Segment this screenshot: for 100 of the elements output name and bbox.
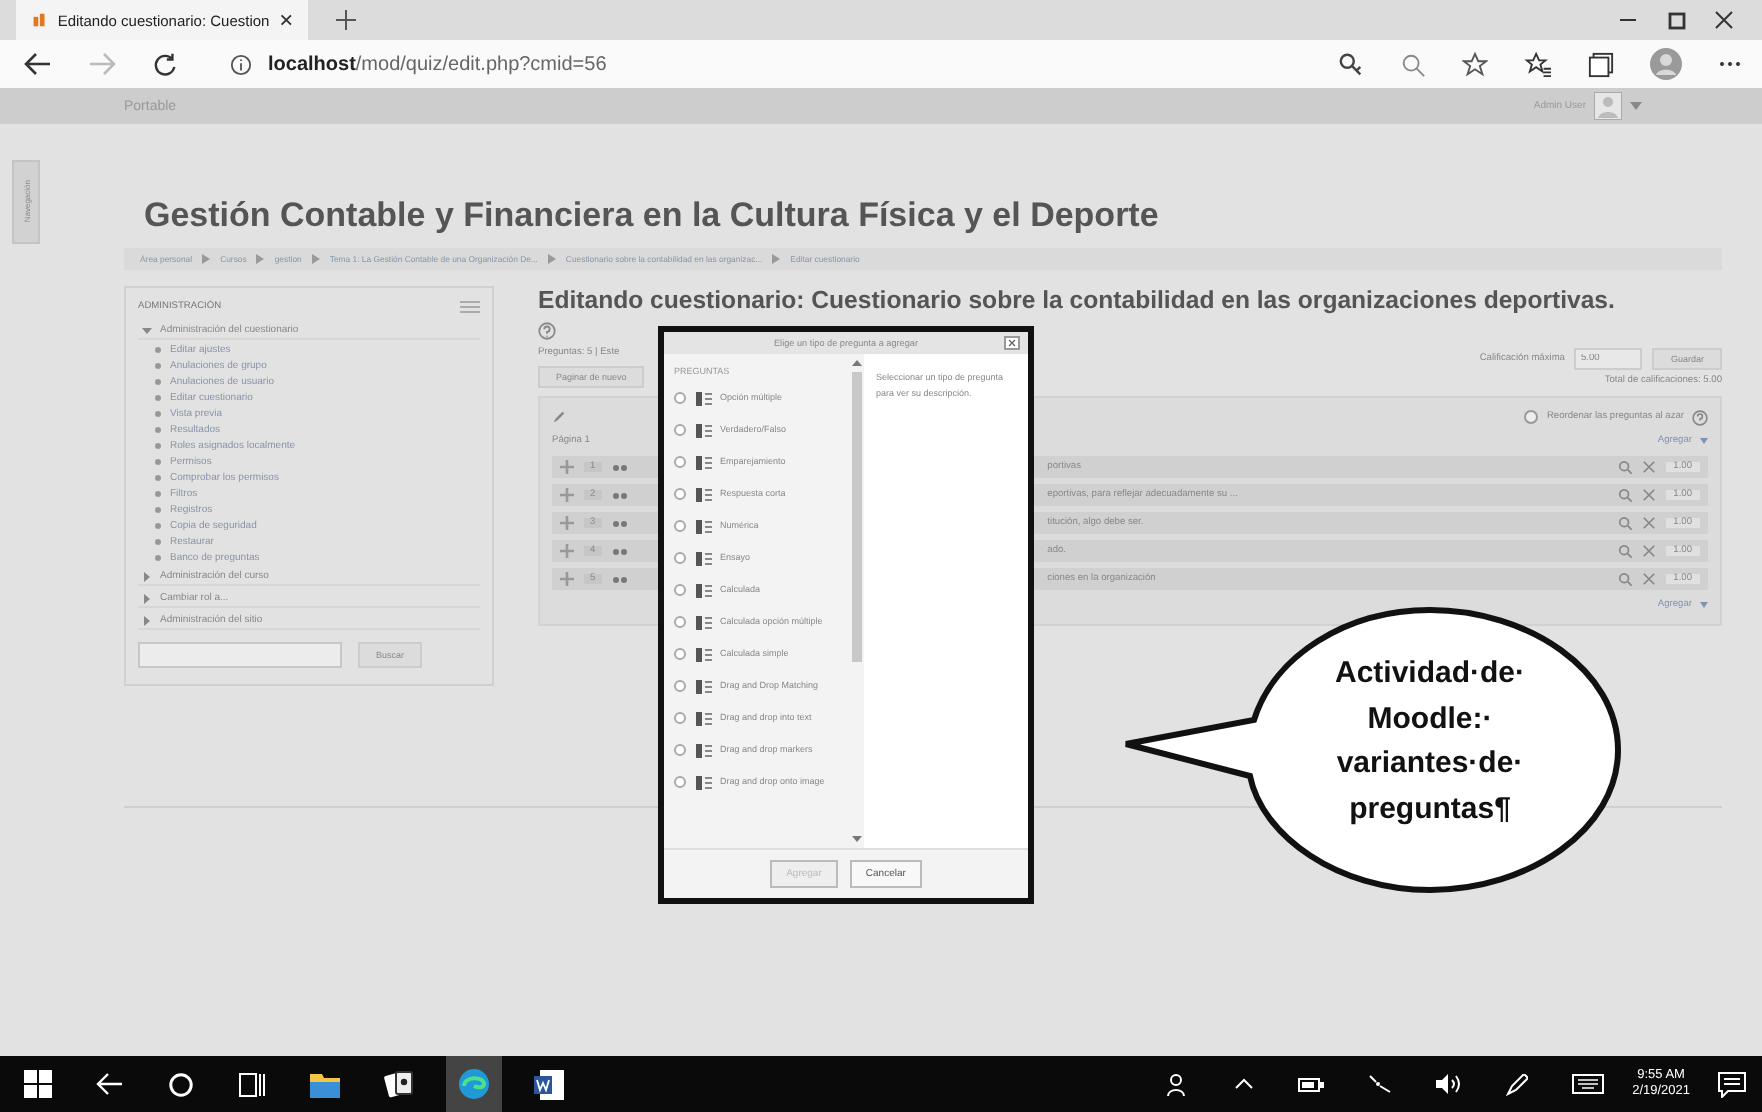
delete-icon[interactable] (1641, 488, 1656, 502)
block-menu-icon[interactable] (460, 300, 480, 314)
delete-icon[interactable] (1641, 572, 1656, 586)
caret-icon[interactable] (1700, 438, 1708, 444)
delete-icon[interactable] (1641, 460, 1656, 474)
scroll-thumb[interactable] (851, 372, 861, 662)
preview-icon[interactable] (1617, 488, 1632, 502)
search-field[interactable] (138, 642, 342, 668)
shuffle-checkbox[interactable] (1524, 410, 1539, 424)
radio-button[interactable] (674, 616, 686, 628)
move-icon[interactable] (560, 460, 574, 474)
radio-button[interactable] (674, 680, 686, 692)
radio-button[interactable] (674, 712, 686, 724)
preview-icon[interactable] (1617, 516, 1632, 530)
back-arrow-icon[interactable] (24, 52, 52, 76)
bullet-icon (154, 346, 162, 354)
question-type-icon (694, 645, 712, 663)
radio-button[interactable] (674, 424, 686, 436)
cards-icon[interactable] (384, 1070, 414, 1098)
move-icon[interactable] (560, 488, 574, 502)
scroll-up-icon[interactable] (851, 360, 861, 366)
close-icon[interactable] (279, 12, 292, 28)
question-type-icon (694, 389, 712, 407)
zoom-icon[interactable] (1400, 51, 1426, 77)
notification-icon[interactable] (1718, 1071, 1746, 1097)
question-type-icon (694, 421, 712, 439)
more-icon[interactable] (1718, 60, 1742, 68)
help-icon[interactable] (1692, 409, 1708, 425)
forward-arrow-icon[interactable] (88, 52, 116, 76)
pencil-icon[interactable] (552, 410, 566, 424)
question-type-icon (694, 709, 712, 727)
radio-button[interactable] (674, 456, 686, 468)
bullet-icon (154, 362, 162, 370)
collapsed-arrow-icon[interactable] (142, 571, 152, 581)
radio-button[interactable] (674, 392, 686, 404)
question-type-icon (694, 773, 712, 791)
delete-icon[interactable] (1641, 544, 1656, 558)
move-icon[interactable] (560, 544, 574, 558)
new-tab-icon[interactable] (336, 10, 356, 30)
radio-button[interactable] (674, 776, 686, 788)
key-icon[interactable] (1338, 51, 1364, 77)
bullet-icon (154, 554, 162, 562)
bullet-icon (154, 426, 162, 434)
caret-icon[interactable] (1700, 602, 1708, 608)
bullet-icon (154, 410, 162, 418)
refresh-icon[interactable] (152, 51, 178, 77)
close-icon[interactable] (1004, 336, 1020, 350)
bullet-icon (154, 458, 162, 466)
task-view-icon[interactable] (238, 1071, 266, 1097)
star-icon[interactable] (1462, 51, 1488, 77)
network-icon[interactable] (1368, 1074, 1393, 1094)
help-icon[interactable] (538, 322, 556, 340)
maximize-icon[interactable] (1666, 10, 1686, 30)
preview-icon[interactable] (1617, 572, 1632, 586)
radio-button[interactable] (674, 744, 686, 756)
folder-icon[interactable] (310, 1071, 340, 1097)
move-icon[interactable] (560, 516, 574, 530)
avatar-icon[interactable] (1594, 92, 1622, 120)
radio-button[interactable] (674, 520, 686, 532)
radio-button[interactable] (674, 488, 686, 500)
question-type-icon (694, 613, 712, 631)
chevron-icon (202, 254, 211, 264)
browser-icon[interactable] (458, 1068, 490, 1100)
pen-icon[interactable] (1506, 1073, 1529, 1095)
windows-logo-icon[interactable] (24, 1070, 52, 1098)
question-type-icon (611, 491, 628, 499)
avatar-icon[interactable] (1650, 48, 1682, 80)
question-type-icon (611, 547, 628, 555)
preview-icon[interactable] (1617, 544, 1632, 558)
chevron-up-icon[interactable] (1234, 1078, 1255, 1090)
course-title: Gestión Contable y Financiera en la Cultura Física y el Deporte (144, 196, 1161, 236)
delete-icon[interactable] (1641, 516, 1656, 530)
question-type-icon (611, 463, 628, 471)
question-type-icon (694, 549, 712, 567)
scrollbar[interactable] (848, 354, 864, 848)
radio-button[interactable] (674, 552, 686, 564)
chevron-icon (547, 254, 556, 264)
move-icon[interactable] (560, 572, 574, 586)
radio-button[interactable] (674, 648, 686, 660)
collapsed-arrow-icon[interactable] (142, 615, 152, 625)
expanded-arrow-icon[interactable] (142, 325, 152, 335)
scroll-down-icon[interactable] (851, 836, 861, 842)
close-icon[interactable] (1714, 10, 1734, 30)
document-app-icon[interactable] (534, 1069, 564, 1099)
favorites-icon[interactable] (1524, 51, 1552, 77)
volume-icon[interactable] (1436, 1074, 1463, 1094)
address-field[interactable]: localhost/mod/quiz/edit.php?cmid=56 (230, 53, 607, 75)
bullet-icon (154, 522, 162, 530)
people-icon[interactable] (1166, 1072, 1191, 1096)
collapsed-arrow-icon[interactable] (142, 593, 152, 603)
collections-icon[interactable] (1588, 51, 1614, 77)
search-icon[interactable] (168, 1071, 194, 1097)
radio-button[interactable] (674, 584, 686, 596)
question-type-icon (694, 485, 712, 503)
bullet-icon (154, 490, 162, 498)
battery-icon[interactable] (1298, 1077, 1325, 1091)
bullet-icon (154, 538, 162, 546)
keyboard-icon[interactable] (1572, 1074, 1605, 1094)
preview-icon[interactable] (1617, 460, 1632, 474)
caret-icon[interactable] (1630, 102, 1642, 110)
